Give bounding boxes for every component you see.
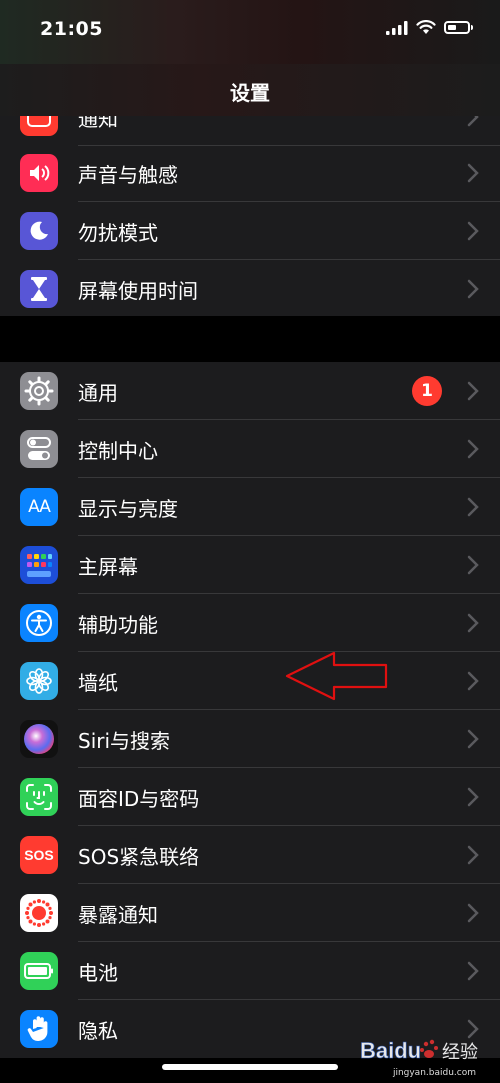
- settings-row-do-not-disturb[interactable]: 勿扰模式: [0, 202, 500, 260]
- text-size-icon: AA: [20, 488, 58, 526]
- face-id-icon: [20, 778, 58, 816]
- settings-row-label: 面容ID与密码: [78, 786, 200, 811]
- settings-row-control-center[interactable]: 控制中心: [0, 420, 500, 478]
- settings-row-label: 暴露通知: [78, 902, 158, 927]
- settings-row-label: 勿扰模式: [78, 220, 158, 245]
- chevron-right-icon: [467, 729, 479, 749]
- settings-row-label: 主屏幕: [78, 554, 138, 579]
- exposure-icon: [20, 894, 58, 932]
- cellular-signal-icon: [386, 20, 408, 35]
- chevron-right-icon: [467, 903, 479, 923]
- chevron-right-icon: [467, 116, 479, 127]
- chevron-right-icon: [467, 279, 479, 299]
- speaker-icon: [20, 154, 58, 192]
- status-time: 21:05: [40, 18, 103, 40]
- notifications-icon: [20, 116, 58, 136]
- battery-icon: [20, 952, 58, 990]
- watermark-url: jingyan.baidu.com: [392, 1068, 476, 1078]
- chevron-right-icon: [467, 221, 479, 241]
- settings-row-label: 辅助功能: [78, 612, 158, 637]
- battery-status-icon: [444, 21, 473, 34]
- settings-row-label: 隐私: [78, 1018, 118, 1043]
- hourglass-icon: [20, 270, 58, 308]
- settings-group-1: 通知 声音与触感 勿扰模式 屏幕使用时间: [0, 116, 500, 316]
- settings-row-label: 屏幕使用时间: [78, 278, 198, 303]
- chevron-right-icon: [467, 497, 479, 517]
- svg-text:Baidu: Baidu: [360, 1038, 421, 1063]
- chevron-right-icon: [467, 671, 479, 691]
- moon-icon: [20, 212, 58, 250]
- settings-row-label: 墙纸: [78, 670, 118, 695]
- chevron-right-icon: [467, 381, 479, 401]
- wifi-icon: [416, 20, 436, 34]
- settings-row-accessibility[interactable]: 辅助功能: [0, 594, 500, 652]
- settings-row-label: 通用: [78, 380, 118, 405]
- chevron-right-icon: [467, 555, 479, 575]
- settings-row-display-brightness[interactable]: AA 显示与亮度: [0, 478, 500, 536]
- chevron-right-icon: [467, 961, 479, 981]
- nav-bar: 设置: [0, 64, 500, 116]
- toggles-icon: [20, 430, 58, 468]
- chevron-right-icon: [467, 163, 479, 183]
- chevron-right-icon: [467, 845, 479, 865]
- settings-row-exposure-notifications[interactable]: 暴露通知: [0, 884, 500, 942]
- siri-icon: [20, 720, 58, 758]
- home-screen-icon: [20, 546, 58, 584]
- settings-row-label: Siri与搜索: [78, 728, 171, 753]
- notification-badge: 1: [412, 376, 442, 406]
- settings-row-label: 显示与亮度: [78, 496, 178, 521]
- hand-icon: [20, 1010, 58, 1048]
- settings-row-label: 电池: [78, 960, 118, 985]
- settings-row-emergency-sos[interactable]: SOS SOS紧急联络: [0, 826, 500, 884]
- svg-text:经验: 经验: [442, 1042, 478, 1063]
- gear-icon: [20, 372, 58, 410]
- flower-icon: [20, 662, 58, 700]
- settings-row-label: SOS紧急联络: [78, 844, 200, 869]
- settings-row-sounds[interactable]: 声音与触感: [0, 144, 500, 202]
- page-title: 设置: [230, 81, 270, 105]
- settings-row-home-screen[interactable]: 主屏幕: [0, 536, 500, 594]
- settings-row-general[interactable]: 通用 1: [0, 362, 500, 420]
- chevron-right-icon: [467, 439, 479, 459]
- settings-group-2: 通用 1 控制中心 AA 显示与亮度 主屏幕 辅助功能 墙纸 Siri与搜索 面…: [0, 362, 500, 1058]
- settings-row-label: 控制中心: [78, 438, 158, 463]
- settings-row-siri-search[interactable]: Siri与搜索: [0, 710, 500, 768]
- settings-row-battery[interactable]: 电池: [0, 942, 500, 1000]
- chevron-right-icon: [467, 787, 479, 807]
- settings-row-wallpaper[interactable]: 墙纸: [0, 652, 500, 710]
- settings-row-face-id-passcode[interactable]: 面容ID与密码: [0, 768, 500, 826]
- sos-icon: SOS: [20, 836, 58, 874]
- settings-row-label: 声音与触感: [78, 162, 178, 187]
- status-bar: 21:05: [0, 0, 500, 64]
- arrow-left-icon: [285, 651, 388, 701]
- settings-row-notifications[interactable]: 通知: [0, 116, 500, 146]
- home-indicator[interactable]: [162, 1064, 338, 1070]
- chevron-right-icon: [467, 613, 479, 633]
- settings-row-screen-time[interactable]: 屏幕使用时间: [0, 260, 500, 316]
- accessibility-icon: [20, 604, 58, 642]
- status-icons: [386, 20, 473, 35]
